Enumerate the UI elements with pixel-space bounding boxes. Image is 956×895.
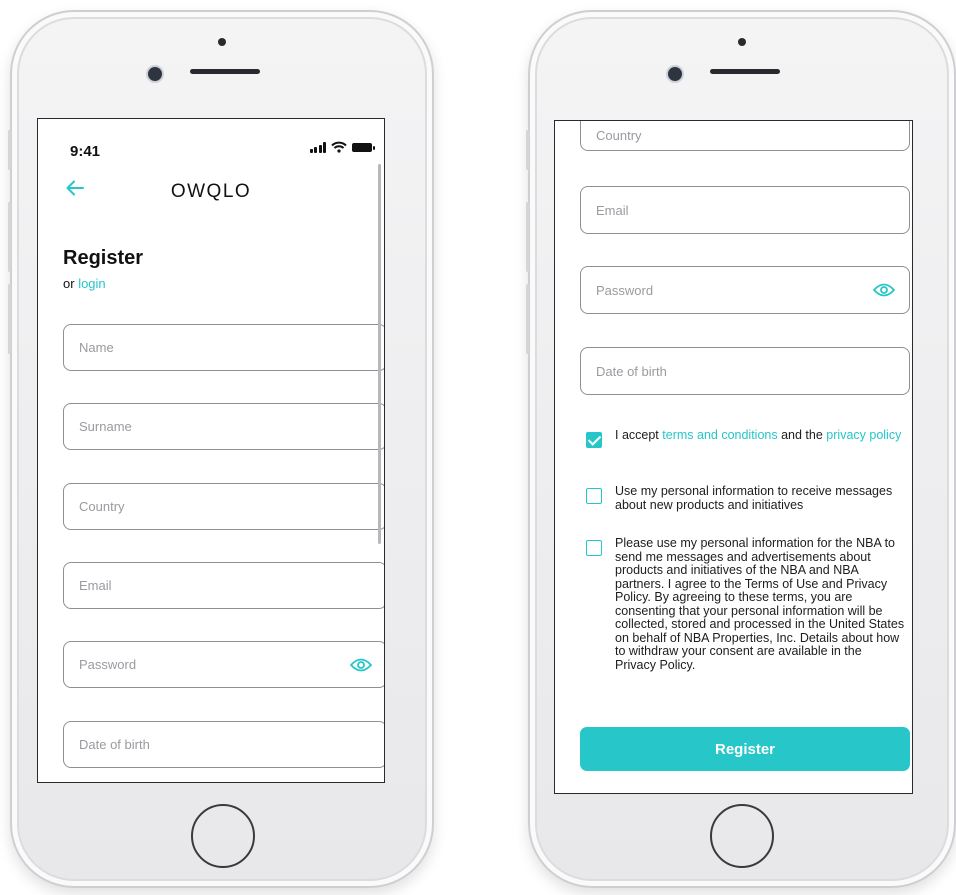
status-icons [309,141,375,153]
nba-checkbox[interactable] [586,540,602,556]
marketing-consent-text: Use my personal information to receive m… [615,484,893,512]
volume-up-button [8,202,11,272]
email-field[interactable]: Email [63,562,384,609]
proximity-sensor [738,38,746,46]
date-of-birth-placeholder: Date of birth [79,737,150,752]
terms-checkbox[interactable] [586,432,602,448]
password-field[interactable]: Password [63,641,384,688]
register-button[interactable]: Register [580,727,910,771]
eye-icon[interactable] [350,658,372,672]
marketing-consent-row: Use my personal information to receive m… [586,484,906,512]
volume-down-button [526,284,529,354]
terms-prefix: I accept [615,428,659,442]
surname-placeholder: Surname [79,419,132,434]
mute-switch [8,130,11,170]
battery-icon [352,142,375,152]
cellular-signal-icon [309,141,326,153]
wifi-icon [331,141,347,153]
password-placeholder: Password [79,657,137,672]
front-camera [148,67,162,81]
nba-consent-row: Please use my personal information for t… [586,536,906,672]
scrollbar[interactable] [378,164,381,544]
registration-screen-right: Country Email Password Date of birth I a… [554,120,913,794]
terms-consent-text: I accept terms and conditions and the pr… [615,428,901,443]
country-field[interactable]: Country [580,121,910,151]
name-placeholder: Name [79,340,114,355]
email-field[interactable]: Email [580,186,910,234]
phone-frame-left: 9:41 OWQLO Register or login Name Surnam… [8,10,434,888]
login-link[interactable]: login [78,276,105,291]
or-text: or [63,276,75,291]
nba-consent-text: Please use my personal information for t… [615,536,905,672]
date-of-birth-field[interactable]: Date of birth [580,347,910,395]
earpiece-speaker [710,69,780,74]
password-field[interactable]: Password [580,266,910,314]
phone-frame-right: Country Email Password Date of birth I a… [526,10,956,888]
terms-middle: and the [781,428,823,442]
registration-screen-left: 9:41 OWQLO Register or login Name Surnam… [37,118,385,783]
volume-down-button [8,284,11,354]
proximity-sensor [218,38,226,46]
privacy-policy-link[interactable]: privacy policy [826,428,901,442]
email-placeholder: Email [596,202,629,218]
country-field[interactable]: Country [63,483,384,530]
eye-icon[interactable] [873,283,895,297]
home-button[interactable] [710,804,774,868]
page-title: Register [63,247,144,269]
date-of-birth-placeholder: Date of birth [596,363,667,379]
marketing-checkbox[interactable] [586,488,602,504]
earpiece-speaker [190,69,260,74]
terms-link[interactable]: terms and conditions [662,428,777,442]
country-placeholder: Country [79,499,125,514]
home-button[interactable] [191,804,255,868]
surname-field[interactable]: Surname [63,403,384,450]
name-field[interactable]: Name [63,324,384,371]
date-of-birth-field[interactable]: Date of birth [63,721,384,768]
login-prompt: or login [63,276,106,291]
front-camera [668,67,682,81]
password-placeholder: Password [596,282,654,298]
email-placeholder: Email [79,578,112,593]
status-time: 9:41 [70,143,101,160]
terms-consent-row: I accept terms and conditions and the pr… [586,428,906,448]
app-logo: OWQLO [170,181,252,202]
country-placeholder: Country [596,127,642,143]
mute-switch [526,130,529,170]
volume-up-button [526,202,529,272]
